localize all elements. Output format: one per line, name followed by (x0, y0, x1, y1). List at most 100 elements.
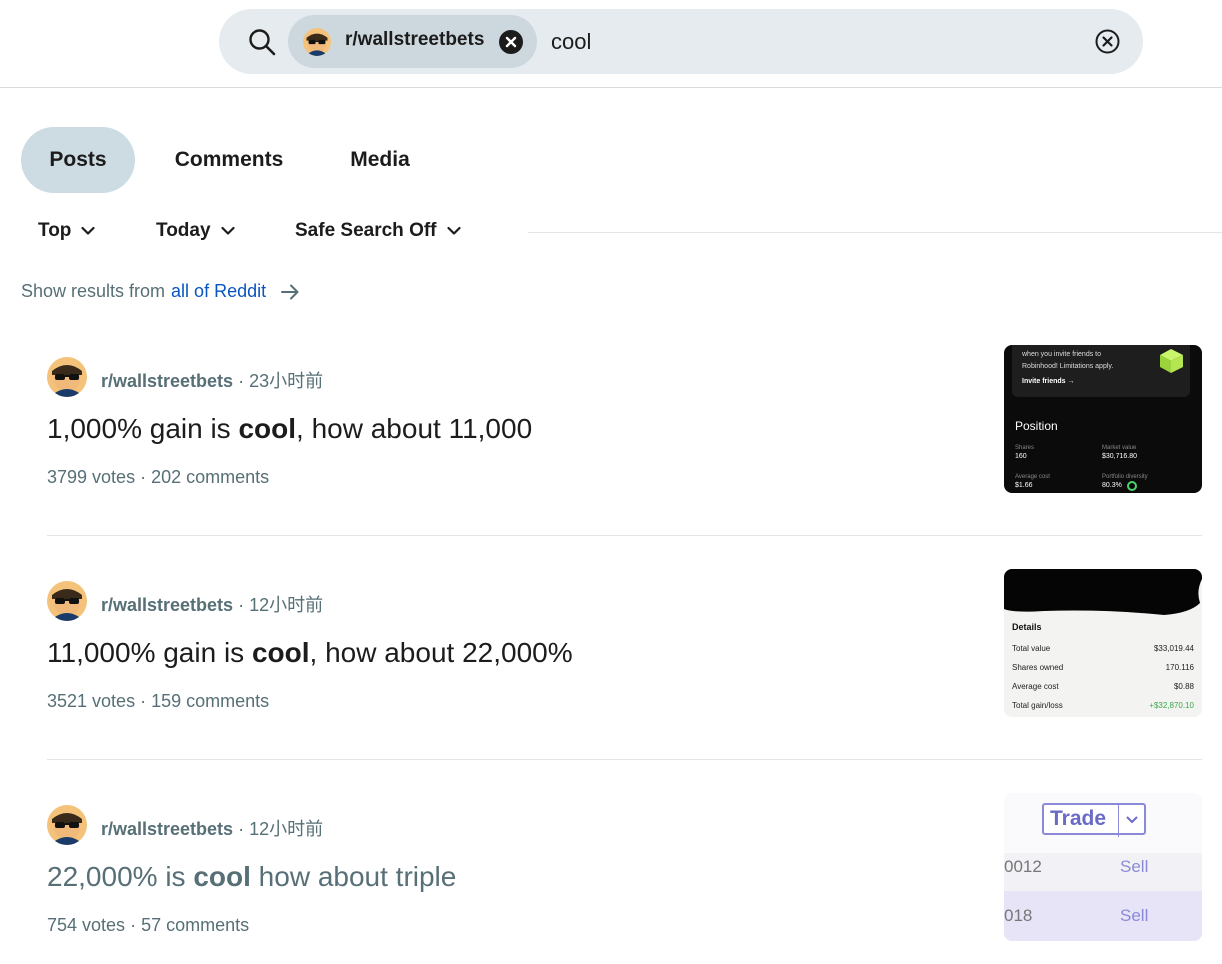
post-stats: 754 votes · 57 comments (47, 915, 249, 936)
subreddit-link[interactable]: r/wallstreetbets (101, 595, 233, 615)
post-time: 23小时前 (249, 371, 324, 391)
vote-count: 3799 votes (47, 467, 136, 487)
global-hint-prefix: Show results from (21, 281, 166, 301)
title-text: , how about 22,000% (309, 637, 573, 668)
search-result[interactable]: r/wallstreetbets · 12小时前 22,000% is cool… (47, 793, 1202, 943)
tab-posts[interactable]: Posts (21, 127, 135, 193)
chevron-down-icon (1126, 816, 1138, 824)
title-text: how about triple (250, 861, 457, 892)
search-result[interactable]: r/wallstreetbets · 23小时前 1,000% gain is … (47, 345, 1202, 495)
all-reddit-link[interactable]: all of Reddit (171, 281, 266, 302)
meta-separator: · (238, 819, 250, 839)
post-thumbnail[interactable]: when you invite friends to Robinhood! Li… (1004, 345, 1202, 493)
meta-separator: · (140, 467, 152, 487)
thumb-text: when you invite friends to (1022, 351, 1101, 358)
chevron-down-icon (446, 226, 461, 235)
thumb-text: $33,019.44 (1153, 644, 1194, 653)
time-dropdown[interactable]: Today (156, 220, 235, 242)
thumb-separator (1118, 803, 1119, 837)
thumb-text: 0012 (1004, 857, 1042, 876)
redaction-mark (1004, 569, 1202, 615)
sort-dropdown[interactable]: Top (38, 220, 96, 242)
subreddit-link[interactable]: r/wallstreetbets (101, 819, 233, 839)
vote-count: 3521 votes (47, 691, 136, 711)
title-highlight: cool (251, 637, 310, 668)
title-text: 22,000% is (47, 861, 194, 892)
post-title[interactable]: 1,000% gain is cool, how about 11,000 (47, 413, 532, 445)
post-title[interactable]: 22,000% is cool how about triple (47, 861, 456, 893)
thumb-text: Total value (1012, 644, 1051, 653)
search-bar[interactable]: r/wallstreetbets cool (219, 9, 1143, 74)
chevron-down-icon (220, 226, 235, 235)
thumb-text: $1.66 (1015, 482, 1033, 489)
thumb-text: Sell (1120, 857, 1149, 876)
post-title[interactable]: 11,000% gain is cool, how about 22,000% (47, 637, 573, 669)
thumb-trade-button: Trade (1042, 803, 1146, 837)
meta-separator: · (140, 691, 152, 711)
subreddit-avatar (47, 581, 87, 621)
comment-count: 202 comments (151, 467, 270, 487)
result-meta: r/wallstreetbets · 23小时前 (101, 367, 323, 393)
community-avatar (303, 28, 331, 56)
thumb-text: Shares owned (1012, 663, 1064, 672)
thumb-text: Invite friends → (1022, 378, 1075, 385)
thumb-text: $0.88 (1173, 682, 1194, 691)
thumb-text: 160 (1015, 453, 1027, 460)
search-icon (249, 29, 276, 56)
global-results-hint: Show results from all of Reddit (21, 281, 300, 302)
thumb-text: 170.116 (1165, 663, 1194, 672)
time-label: Today (156, 220, 211, 241)
title-text: 1,000% gain is (47, 413, 239, 444)
result-divider (47, 759, 1202, 760)
meta-separator: · (238, 595, 250, 615)
tab-comments[interactable]: Comments (155, 127, 303, 193)
post-time: 12小时前 (249, 819, 324, 839)
thumb-text: Total gain/loss (1012, 701, 1063, 710)
safe-search-label: Safe Search Off (295, 220, 437, 241)
post-stats: 3521 votes · 159 comments (47, 691, 269, 712)
subreddit-link[interactable]: r/wallstreetbets (101, 371, 233, 391)
safe-search-dropdown[interactable]: Safe Search Off (295, 220, 461, 242)
thumb-text: Average cost (1015, 474, 1050, 480)
thumb-text: Sell (1120, 906, 1149, 925)
result-meta: r/wallstreetbets · 12小时前 (101, 815, 323, 841)
subreddit-avatar (47, 805, 87, 845)
search-input[interactable]: cool (551, 29, 591, 55)
thumb-heading: Details (1012, 622, 1042, 632)
thumb-text: +$32,870.10 (1149, 701, 1194, 710)
filter-divider (528, 232, 1222, 233)
thumb-text: $30,716.80 (1102, 453, 1138, 460)
post-thumbnail[interactable]: Trade 0012 Sell 018 Sell (1004, 793, 1202, 941)
thumb-text: Robinhood! Limitations apply. (1022, 363, 1114, 370)
post-thumbnail[interactable]: Details Total value $33,019.44 Shares ow… (1004, 569, 1202, 717)
remove-community-icon[interactable] (498, 29, 524, 55)
result-divider (47, 535, 1202, 536)
thumb-text: Trade (1050, 807, 1107, 830)
tab-media[interactable]: Media (331, 127, 429, 193)
title-text: 11,000% gain is (47, 637, 252, 668)
thumb-heading: Position (1015, 419, 1058, 433)
result-meta: r/wallstreetbets · 12小时前 (101, 591, 323, 617)
clear-search-icon[interactable] (1094, 28, 1121, 55)
thumb-text: 80.3% (1102, 482, 1122, 489)
thumb-band (1004, 891, 1202, 941)
search-result[interactable]: r/wallstreetbets · 12小时前 11,000% gain is… (47, 569, 1202, 719)
subreddit-avatar (47, 357, 87, 397)
title-highlight: cool (193, 861, 251, 892)
community-chip-label: r/wallstreetbets (345, 29, 485, 50)
gift-box-icon (1160, 349, 1183, 373)
title-highlight: cool (238, 413, 297, 444)
post-time: 12小时前 (249, 595, 324, 615)
thumb-text: Market value (1102, 445, 1137, 451)
diversity-ring-icon (1127, 481, 1137, 491)
arrow-right-icon[interactable] (280, 283, 300, 301)
meta-separator: · (238, 371, 250, 391)
sort-label: Top (38, 220, 72, 241)
filter-bar: Top Today Safe Search Off (0, 212, 1222, 256)
vote-count: 754 votes (47, 915, 126, 935)
comment-count: 159 comments (151, 691, 270, 711)
thumb-text: Portfolio diversity (1102, 474, 1148, 480)
header: r/wallstreetbets cool (0, 0, 1222, 88)
title-text: , how about 11,000 (296, 413, 533, 444)
thumb-text: Average cost (1012, 682, 1059, 691)
